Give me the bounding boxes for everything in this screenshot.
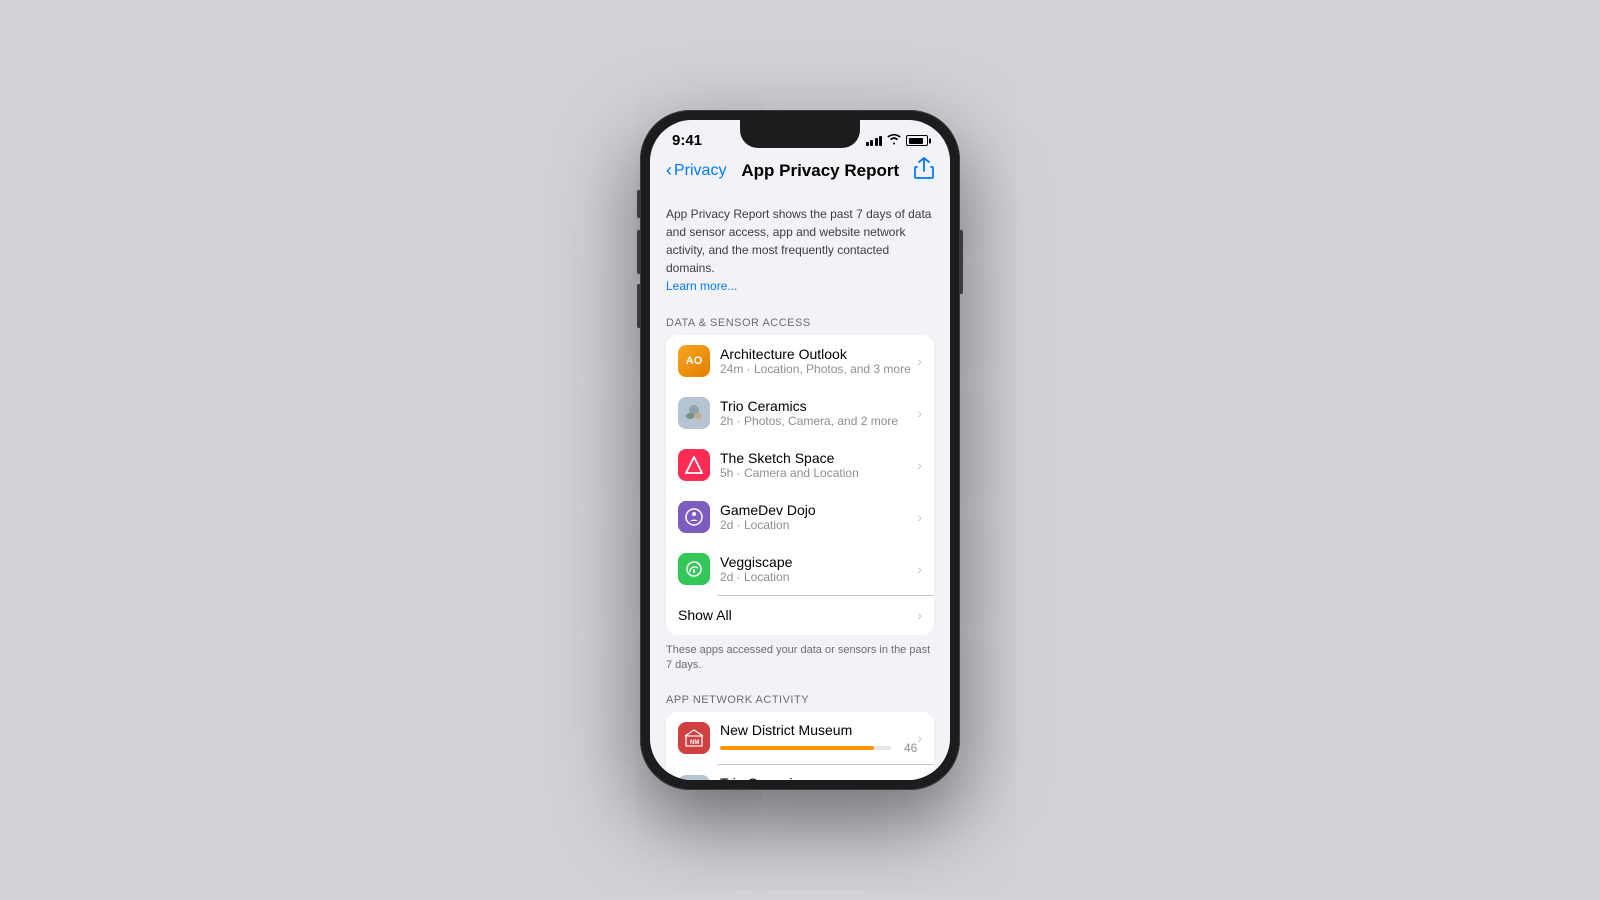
side-button-power xyxy=(960,230,963,294)
side-button-volume-up xyxy=(637,230,640,274)
app-name: GameDev Dojo xyxy=(720,502,917,518)
list-item[interactable]: Trio Ceramics 2h · Photos, Camera, and 2… xyxy=(666,387,934,439)
data-sensor-footer: These apps accessed your data or sensors… xyxy=(650,637,950,688)
list-item[interactable]: GameDev Dojo 2d · Location › xyxy=(666,491,934,543)
network-item[interactable]: Trio Ceramics 30 › xyxy=(666,765,934,780)
app-subtitle: 2d · Location xyxy=(720,518,917,532)
signal-icon xyxy=(866,135,883,146)
app-icon-architecture: AO xyxy=(678,345,710,377)
app-icon-veggiscape xyxy=(678,553,710,585)
network-content: New District Museum 46 xyxy=(720,722,917,755)
show-all-label: Show All xyxy=(678,607,917,623)
network-activity-list: NM New District Museum 46 › xyxy=(666,712,934,780)
data-sensor-header: DATA & SENSOR ACCESS xyxy=(650,311,950,335)
app-subtitle: 5h · Camera and Location xyxy=(720,466,917,480)
item-content: Architecture Outlook 24m · Location, Pho… xyxy=(720,346,917,376)
learn-more-link[interactable]: Learn more... xyxy=(666,279,737,293)
chevron-left-icon: ‹ xyxy=(666,160,672,181)
network-app-name: Trio Ceramics xyxy=(720,775,917,780)
description-section: App Privacy Report shows the past 7 days… xyxy=(650,193,950,311)
phone-frame: 9:41 xyxy=(640,110,960,790)
status-icons xyxy=(866,134,929,148)
item-content: Veggiscape 2d · Location xyxy=(720,554,917,584)
chevron-right-icon: › xyxy=(917,457,922,473)
page-title: App Privacy Report xyxy=(741,161,899,181)
back-button[interactable]: ‹ Privacy xyxy=(666,161,726,181)
scroll-content[interactable]: App Privacy Report shows the past 7 days… xyxy=(650,193,950,780)
activity-bar-fill xyxy=(720,746,874,750)
network-content: Trio Ceramics 30 xyxy=(720,775,917,780)
phone-screen: 9:41 xyxy=(650,120,950,780)
app-name: The Sketch Space xyxy=(720,450,917,466)
share-button[interactable] xyxy=(914,157,934,185)
network-item[interactable]: NM New District Museum 46 › xyxy=(666,712,934,765)
chevron-right-icon: › xyxy=(917,561,922,577)
app-name: Architecture Outlook xyxy=(720,346,917,362)
app-icon-ndm: NM xyxy=(678,722,710,754)
app-name: Trio Ceramics xyxy=(720,398,917,414)
app-subtitle: 24m · Location, Photos, and 3 more xyxy=(720,362,917,376)
wifi-icon xyxy=(887,134,901,148)
svg-text:NM: NM xyxy=(690,740,699,746)
list-item[interactable]: AO Architecture Outlook 24m · Location, … xyxy=(666,335,934,387)
app-icon-trio xyxy=(678,397,710,429)
data-sensor-list: AO Architecture Outlook 24m · Location, … xyxy=(666,335,934,635)
item-content: The Sketch Space 5h · Camera and Locatio… xyxy=(720,450,917,480)
notch xyxy=(740,120,860,148)
chevron-right-icon: › xyxy=(917,353,922,369)
chevron-right-icon: › xyxy=(917,607,922,623)
app-subtitle: 2h · Photos, Camera, and 2 more xyxy=(720,414,917,428)
activity-count: 46 xyxy=(897,741,917,755)
chevron-right-icon: › xyxy=(917,730,922,746)
app-icon-sketch xyxy=(678,449,710,481)
side-button-volume-down xyxy=(637,284,640,328)
network-activity-header: APP NETWORK ACTIVITY xyxy=(650,688,950,712)
navigation-bar: ‹ Privacy App Privacy Report xyxy=(650,153,950,193)
description-text: App Privacy Report shows the past 7 days… xyxy=(666,207,931,275)
list-item[interactable]: Veggiscape 2d · Location › xyxy=(666,543,934,595)
network-app-name: New District Museum xyxy=(720,722,917,738)
back-label: Privacy xyxy=(674,162,726,180)
app-icon-trio-network xyxy=(678,775,710,780)
app-subtitle: 2d · Location xyxy=(720,570,917,584)
app-name: Veggiscape xyxy=(720,554,917,570)
item-content: Trio Ceramics 2h · Photos, Camera, and 2… xyxy=(720,398,917,428)
item-content: GameDev Dojo 2d · Location xyxy=(720,502,917,532)
chevron-right-icon: › xyxy=(917,405,922,421)
battery-icon xyxy=(906,135,928,146)
status-time: 9:41 xyxy=(672,132,702,149)
activity-bar-track xyxy=(720,746,891,750)
side-button-mute xyxy=(637,190,640,218)
show-all-button[interactable]: Show All › xyxy=(666,595,934,635)
chevron-right-icon: › xyxy=(917,509,922,525)
list-item[interactable]: The Sketch Space 5h · Camera and Locatio… xyxy=(666,439,934,491)
app-icon-gamedev xyxy=(678,501,710,533)
